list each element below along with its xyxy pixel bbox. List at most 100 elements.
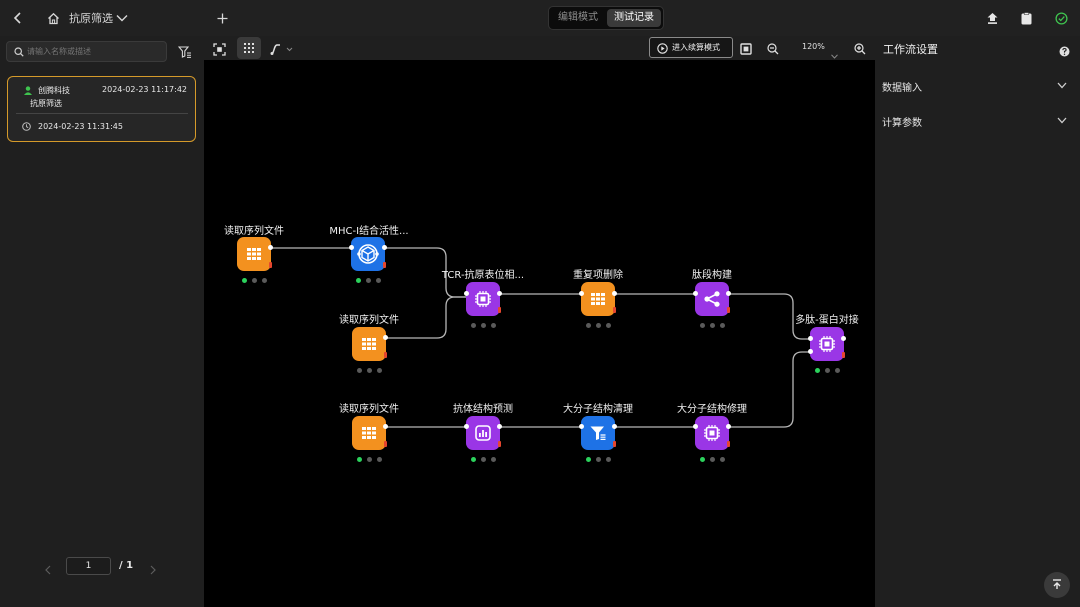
node-peptide-build[interactable] [695, 282, 729, 316]
node-status-dots [349, 368, 389, 374]
node-read-seq-3[interactable] [352, 416, 386, 450]
upload-icon[interactable] [982, 8, 1002, 28]
top-bar: 抗原筛选 编辑模式 测试记录 [0, 0, 1080, 36]
section-compute-params-label: 计算参数 [882, 118, 922, 129]
node-edge-tab [498, 307, 501, 313]
continue-mode-button[interactable]: 进入续算模式 [649, 37, 733, 58]
page-input[interactable]: 1 [66, 557, 111, 575]
node-label: 大分子结构清理 [563, 404, 633, 415]
node-status-dots [692, 457, 732, 463]
filter-icon[interactable] [177, 44, 192, 58]
output-port[interactable] [726, 424, 731, 429]
output-port[interactable] [382, 245, 387, 250]
arrow-up-bar-icon [1053, 579, 1061, 589]
output-port[interactable] [497, 424, 502, 429]
input-port[interactable] [579, 291, 584, 296]
grid-icon [362, 427, 376, 439]
node-label: MHC-I结合活性... [329, 226, 409, 237]
record-time: 2024-02-23 11:31:45 [38, 122, 123, 131]
help-icon[interactable] [1059, 42, 1071, 57]
output-port[interactable] [612, 291, 617, 296]
node-label: 读取序列文件 [339, 315, 399, 326]
output-port[interactable] [726, 291, 731, 296]
chevron-down-icon [1057, 82, 1067, 89]
prev-page-icon[interactable] [44, 560, 54, 575]
node-antibody-prediction[interactable] [466, 416, 500, 450]
node-tcr-epitope[interactable] [466, 282, 500, 316]
node-peptide-docking[interactable] [810, 327, 844, 361]
input-port[interactable] [579, 424, 584, 429]
add-tab-icon[interactable] [212, 8, 232, 28]
zoom-level[interactable]: 120% [802, 42, 825, 51]
mode-toggle: 编辑模式 测试记录 [548, 6, 664, 30]
curve-line-icon [270, 44, 293, 55]
node-status-dots [349, 457, 389, 463]
output-port[interactable] [612, 424, 617, 429]
chevron-down-icon[interactable] [114, 8, 130, 28]
node-status-dots [578, 323, 618, 329]
section-compute-params[interactable]: 计算参数 [875, 106, 1080, 134]
tab-edit-mode[interactable]: 编辑模式 [551, 9, 605, 27]
output-port[interactable] [383, 424, 388, 429]
output-port[interactable] [841, 336, 846, 341]
node-status-dots [463, 457, 503, 463]
edge-repair-dock [730, 351, 811, 428]
input-port[interactable] [693, 424, 698, 429]
input-port[interactable] [464, 424, 469, 429]
search-input[interactable] [27, 43, 162, 60]
node-edge-tab [613, 307, 616, 313]
zoom-dropdown-icon[interactable] [831, 44, 839, 59]
node-dedup[interactable] [581, 282, 615, 316]
clipboard-icon[interactable] [1016, 8, 1036, 28]
output-port[interactable] [497, 291, 502, 296]
edge-style-dropdown[interactable] [270, 41, 294, 55]
filter-icon [590, 426, 606, 440]
node-status-dots [807, 368, 847, 374]
grid-dots-icon [244, 43, 254, 53]
search-box[interactable] [6, 41, 167, 62]
panel-title: 工作流设置 [883, 43, 938, 56]
input-port[interactable] [808, 336, 813, 341]
node-status-dots [348, 278, 388, 284]
chip-icon [475, 291, 491, 307]
record-card[interactable]: 创腾科技 2024-02-23 11:17:42 抗原筛选 2024-02-23… [7, 76, 196, 142]
node-edge-tab [269, 262, 272, 268]
page-total: / 1 [119, 560, 134, 571]
fit-view-icon[interactable] [213, 41, 227, 56]
input-port[interactable] [349, 245, 354, 250]
fullscreen-icon[interactable] [740, 40, 754, 55]
workflow-canvas[interactable]: 读取序列文件 MHC-I结合活性... 读取序列文件 TCR-抗原表位相... … [204, 60, 875, 607]
zoom-out-icon[interactable] [767, 40, 781, 55]
record-datetime: 2024-02-23 11:17:42 [102, 85, 187, 94]
chart-icon [475, 425, 491, 441]
node-structure-cleanup[interactable] [581, 416, 615, 450]
node-structure-repair[interactable] [695, 416, 729, 450]
node-label: 读取序列文件 [224, 226, 284, 237]
node-read-seq-2[interactable] [352, 327, 386, 361]
record-name: 抗原筛选 [30, 99, 62, 108]
play-circle-icon [657, 43, 668, 54]
input-port[interactable] [464, 291, 469, 296]
share-icon [704, 291, 720, 307]
input-port[interactable] [808, 349, 813, 354]
node-label: 肽段构建 [692, 270, 732, 281]
back-arrow-icon[interactable] [8, 8, 28, 28]
right-panel: 工作流设置 数据输入 计算参数 [875, 36, 1080, 607]
node-label: 读取序列文件 [339, 404, 399, 415]
next-page-icon[interactable] [149, 560, 159, 575]
workflow-title[interactable]: 抗原筛选 [69, 8, 113, 28]
scroll-top-button[interactable] [1044, 572, 1070, 598]
zoom-in-icon[interactable] [854, 40, 868, 55]
grid-icon [362, 338, 376, 350]
node-read-seq-1[interactable] [237, 237, 271, 271]
input-port[interactable] [693, 291, 698, 296]
section-data-input[interactable]: 数据输入 [875, 71, 1080, 99]
home-icon[interactable] [43, 8, 63, 28]
status-ok-icon[interactable] [1051, 8, 1071, 28]
record-divider [16, 113, 188, 114]
output-port[interactable] [268, 245, 273, 250]
grid-toggle-button[interactable] [237, 37, 261, 59]
node-mhc-binding[interactable] [351, 237, 385, 271]
tab-test-record[interactable]: 测试记录 [607, 9, 661, 27]
output-port[interactable] [383, 335, 388, 340]
